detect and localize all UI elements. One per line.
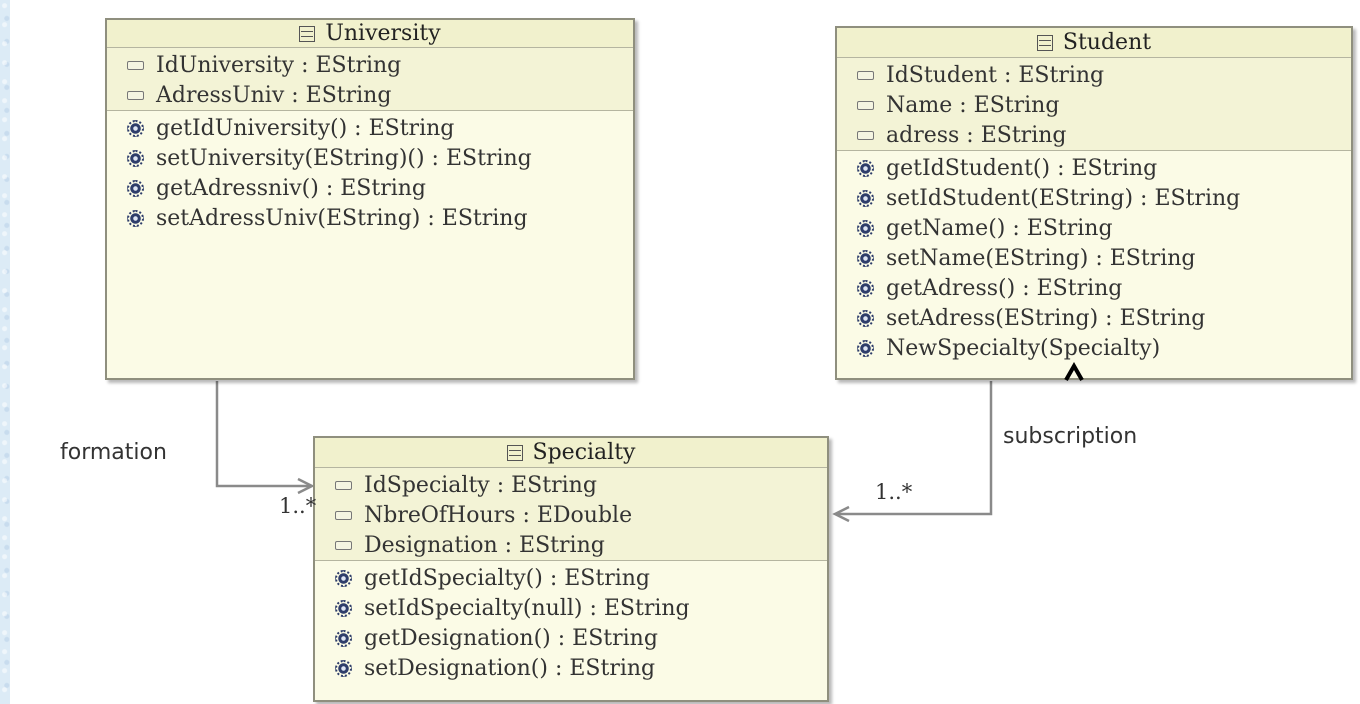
attribute-icon <box>335 480 352 490</box>
class-icon <box>299 25 316 42</box>
class-name: University <box>325 21 441 46</box>
operation-gear-icon <box>335 659 352 677</box>
operation-gear-icon <box>857 159 874 177</box>
operation-label: NewSpecialty(Specialty) <box>886 335 1161 361</box>
attribute-label: Name : EString <box>886 92 1060 118</box>
attribute-label: NbreOfHours : EDouble <box>364 502 633 528</box>
attribute-row[interactable]: IdUniversity : EString <box>107 50 633 80</box>
formation-connector[interactable] <box>215 381 310 488</box>
operation-row[interactable]: setIdStudent(EString) : EString <box>837 183 1351 213</box>
operation-gear-icon <box>857 249 874 267</box>
attribute-icon <box>857 70 874 80</box>
operation-row[interactable]: setIdSpecialty(null) : EString <box>315 593 827 623</box>
attribute-icon <box>857 100 874 110</box>
operations-compartment: getIdSpecialty() : EString setIdSpecialt… <box>315 561 827 683</box>
operation-gear-icon <box>127 179 144 197</box>
operations-compartment: getIdUniversity() : EString setUniversit… <box>107 111 633 233</box>
attribute-label: Designation : EString <box>364 532 605 558</box>
attribute-row[interactable]: AdressUniv : EString <box>107 80 633 110</box>
class-name: Student <box>1062 30 1152 55</box>
attributes-compartment: IdStudent : EString Name : EString adres… <box>837 58 1351 151</box>
operation-label: getIdStudent() : EString <box>886 155 1158 181</box>
operation-label: setAdress(EString) : EString <box>886 305 1206 331</box>
operation-row[interactable]: setName(EString) : EString <box>837 243 1351 273</box>
operation-label: getName() : EString <box>886 215 1113 241</box>
operation-row[interactable]: NewSpecialty(Specialty) <box>837 333 1351 363</box>
operation-label: getDesignation() : EString <box>364 625 658 651</box>
operation-label: setDesignation() : EString <box>364 655 656 681</box>
operation-gear-icon <box>127 119 144 137</box>
operation-label: setIdSpecialty(null) : EString <box>364 595 690 621</box>
attribute-label: IdSpecialty : EString <box>364 472 597 498</box>
attribute-label: IdUniversity : EString <box>156 52 402 78</box>
attribute-row[interactable]: Designation : EString <box>315 530 827 560</box>
operation-row[interactable]: setAdressUniv(EString) : EString <box>107 203 633 233</box>
operation-gear-icon <box>857 279 874 297</box>
attribute-row[interactable]: IdStudent : EString <box>837 60 1351 90</box>
attribute-label: adress : EString <box>886 122 1067 148</box>
attribute-label: AdressUniv : EString <box>156 82 392 108</box>
formation-multiplicity[interactable]: 1..* <box>279 494 316 518</box>
operation-gear-icon <box>857 339 874 357</box>
attribute-icon <box>335 510 352 520</box>
class-header: Specialty <box>315 438 827 468</box>
operation-row[interactable]: getIdSpecialty() : EString <box>315 563 827 593</box>
operation-gear-icon <box>857 189 874 207</box>
operation-row[interactable]: getIdStudent() : EString <box>837 153 1351 183</box>
class-icon <box>1036 34 1053 51</box>
operation-gear-icon <box>127 149 144 167</box>
operations-compartment: getIdStudent() : EString setIdStudent(ES… <box>837 151 1351 363</box>
operation-label: getIdUniversity() : EString <box>156 115 455 141</box>
attribute-icon <box>335 540 352 550</box>
operation-row[interactable]: getName() : EString <box>837 213 1351 243</box>
operation-label: getIdSpecialty() : EString <box>364 565 651 591</box>
operation-label: getAdress() : EString <box>886 275 1123 301</box>
operation-row[interactable]: setDesignation() : EString <box>315 653 827 683</box>
attribute-row[interactable]: NbreOfHours : EDouble <box>315 500 827 530</box>
operation-row[interactable]: getDesignation() : EString <box>315 623 827 653</box>
class-header: University <box>107 20 633 48</box>
operation-label: setUniversity(EString)() : EString <box>156 145 532 171</box>
class-header: Student <box>837 28 1351 58</box>
class-icon <box>506 444 523 461</box>
attribute-row[interactable]: Name : EString <box>837 90 1351 120</box>
attribute-icon <box>127 60 144 70</box>
class-specialty[interactable]: Specialty IdSpecialty : EString NbreOfHo… <box>313 436 829 702</box>
operation-gear-icon <box>857 309 874 327</box>
attribute-row[interactable]: adress : EString <box>837 120 1351 150</box>
mouse-cursor-icon <box>1064 362 1084 381</box>
operation-row[interactable]: getAdressniv() : EString <box>107 173 633 203</box>
operation-gear-icon <box>335 599 352 617</box>
formation-label[interactable]: formation <box>60 440 167 465</box>
operation-row[interactable]: getAdress() : EString <box>837 273 1351 303</box>
operation-gear-icon <box>335 569 352 587</box>
attribute-row[interactable]: IdSpecialty : EString <box>315 470 827 500</box>
operation-row[interactable]: setUniversity(EString)() : EString <box>107 143 633 173</box>
attribute-icon <box>857 130 874 140</box>
subscription-connector[interactable] <box>836 381 993 516</box>
operation-label: setAdressUniv(EString) : EString <box>156 205 528 231</box>
operation-gear-icon <box>335 629 352 647</box>
operation-label: setName(EString) : EString <box>886 245 1196 271</box>
operation-gear-icon <box>857 219 874 237</box>
subscription-label[interactable]: subscription <box>1003 424 1137 449</box>
class-student[interactable]: Student IdStudent : EString Name : EStri… <box>835 26 1353 380</box>
operation-label: getAdressniv() : EString <box>156 175 427 201</box>
operation-label: setIdStudent(EString) : EString <box>886 185 1241 211</box>
class-name: Specialty <box>532 440 636 465</box>
operation-row[interactable]: getIdUniversity() : EString <box>107 113 633 143</box>
attribute-label: IdStudent : EString <box>886 62 1105 88</box>
class-university[interactable]: University IdUniversity : EString Adress… <box>105 18 635 380</box>
subscription-multiplicity[interactable]: 1..* <box>875 480 912 504</box>
attributes-compartment: IdSpecialty : EString NbreOfHours : EDou… <box>315 468 827 561</box>
attributes-compartment: IdUniversity : EString AdressUniv : EStr… <box>107 48 633 111</box>
attribute-icon <box>127 90 144 100</box>
operation-row[interactable]: setAdress(EString) : EString <box>837 303 1351 333</box>
operation-gear-icon <box>127 209 144 227</box>
